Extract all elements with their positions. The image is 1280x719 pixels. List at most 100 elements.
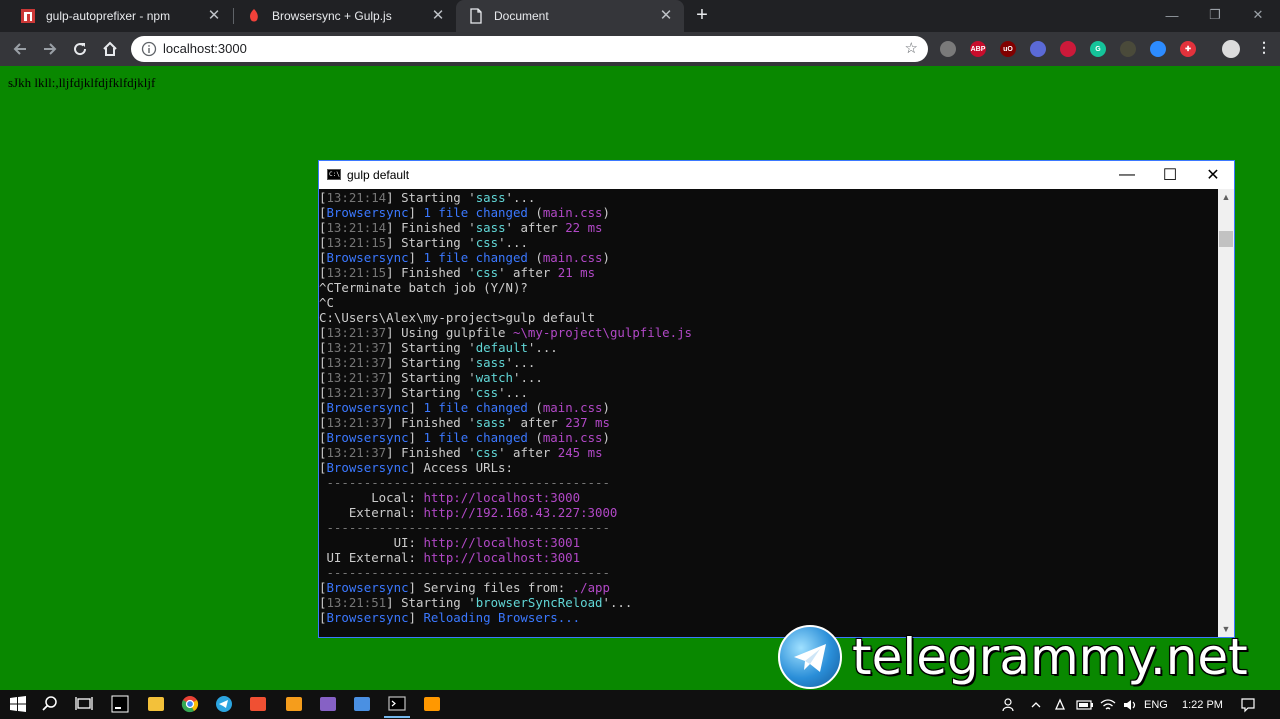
home-button[interactable] [98, 37, 122, 61]
console-text-segment: 1 file changed [423, 400, 528, 415]
console-text-segment: ) [602, 430, 610, 445]
console-close-button[interactable]: ✕ [1191, 161, 1235, 189]
dark-extension-icon[interactable] [1120, 41, 1136, 57]
console-window[interactable]: C:\ gulp default — ☐ ✕ [13:21:14] Starti… [318, 160, 1235, 638]
console-text-segment: '... [527, 340, 558, 355]
console-text-segment: ] Finished ' [386, 220, 476, 235]
console-line: [13:21:14] Finished 'sass' after 22 ms [319, 220, 1218, 235]
volume-icon[interactable] [1122, 690, 1138, 719]
console-text-segment: ) [602, 400, 610, 415]
console-line: ^C [319, 295, 1218, 310]
minimize-window-button[interactable]: — [1152, 0, 1192, 30]
red-circle-extension-icon[interactable] [1060, 41, 1076, 57]
console-output[interactable]: [13:21:14] Starting 'sass'... [Browsersyn… [319, 189, 1218, 637]
command-prompt-app-icon[interactable] [385, 692, 409, 716]
tab-browsersync-gulp[interactable]: Browsersync + Gulp.js ✕ [234, 0, 456, 32]
plus-extension-icon[interactable]: ✚ [1180, 41, 1196, 57]
profile-avatar-icon[interactable] [1222, 40, 1240, 58]
console-line: [Browsersync] 1 file changed (main.css) [319, 250, 1218, 265]
info-icon[interactable] [141, 41, 157, 62]
chrome-app-icon[interactable] [178, 692, 202, 716]
close-tab-icon[interactable]: ✕ [430, 8, 446, 24]
maximize-window-button[interactable]: ❐ [1195, 0, 1235, 30]
url-input[interactable] [163, 41, 763, 56]
console-text-segment: 21 ms [557, 265, 596, 280]
console-text-segment: browserSyncReload [475, 595, 603, 610]
language-indicator[interactable]: ENG [1144, 690, 1168, 719]
console-titlebar[interactable]: C:\ gulp default — ☐ ✕ [319, 161, 1234, 189]
close-window-button[interactable]: ✕ [1238, 0, 1278, 30]
console-text-segment: ] Access URLs: [408, 460, 513, 475]
console-text-segment: default [475, 340, 528, 355]
console-scrollbar[interactable]: ▲ ▼ [1218, 189, 1234, 637]
console-text-segment: ] Starting ' [386, 385, 476, 400]
console-text-segment: External: [319, 505, 424, 520]
console-line: UI External: http://localhost:3001 [319, 550, 1218, 565]
paw-extension-icon[interactable] [940, 41, 956, 57]
people-icon[interactable] [1002, 690, 1018, 719]
console-text-segment: 13:21:37 [326, 385, 387, 400]
zoom-extension-icon[interactable] [1150, 41, 1166, 57]
telegram-app-icon[interactable] [212, 692, 236, 716]
console-text-segment: ./app [572, 580, 610, 595]
scroll-up-icon[interactable]: ▲ [1218, 189, 1234, 205]
console-line: Local: http://localhost:3000 [319, 490, 1218, 505]
battery-icon[interactable] [1076, 690, 1094, 719]
jetbrains-app-icon[interactable] [108, 692, 132, 716]
ublock-origin-icon[interactable]: uO [1000, 41, 1016, 57]
console-line: [13:21:37] Starting 'sass'... [319, 355, 1218, 370]
tab-document[interactable]: Document ✕ [456, 0, 684, 32]
new-tab-button[interactable]: + [690, 4, 714, 28]
task-view-icon[interactable] [72, 692, 96, 716]
grammarly-icon[interactable]: G [1090, 41, 1106, 57]
scrollbar-thumb[interactable] [1219, 231, 1233, 247]
console-text-segment: ^CTerminate batch job (Y/N)? [319, 280, 528, 295]
console-line: [Browsersync] Serving files from: ./app [319, 580, 1218, 595]
forward-button[interactable] [38, 37, 62, 61]
action-center-icon[interactable] [1240, 690, 1256, 719]
back-button[interactable] [8, 37, 32, 61]
console-line: ^CTerminate batch job (Y/N)? [319, 280, 1218, 295]
console-text-segment: ( [527, 205, 543, 220]
console-maximize-button[interactable]: ☐ [1148, 161, 1192, 189]
console-text-segment: main.css [542, 430, 603, 445]
chrome-menu-icon[interactable]: ⋮ [1256, 39, 1272, 55]
arrow-right-icon [44, 43, 57, 55]
console-text-segment: sass [475, 220, 506, 235]
git-app-icon[interactable] [246, 692, 270, 716]
console-text-segment: Browsersync [326, 205, 409, 220]
console-text-segment: Browsersync [326, 580, 409, 595]
console-line: [13:21:51] Starting 'browserSyncReload'.… [319, 595, 1218, 610]
start-button[interactable] [6, 692, 30, 716]
console-text-segment: 13:21:14 [326, 220, 387, 235]
adblock-plus-icon[interactable]: ABP [970, 41, 986, 57]
reload-button[interactable] [68, 37, 92, 61]
bookmark-star-icon[interactable]: ☆ [905, 39, 918, 57]
console-text-segment: ) [602, 250, 610, 265]
console-text-segment: ] [408, 400, 424, 415]
console-line: [13:21:37] Finished 'css' after 245 ms [319, 445, 1218, 460]
console-line: UI: http://localhost:3001 [319, 535, 1218, 550]
close-tab-icon[interactable]: ✕ [658, 8, 674, 24]
file-explorer-icon[interactable] [144, 692, 168, 716]
console-text-segment: sass [475, 355, 506, 370]
close-tab-icon[interactable]: ✕ [206, 8, 222, 24]
console-minimize-button[interactable]: — [1105, 161, 1149, 189]
console-text-segment: ] Starting ' [386, 355, 476, 370]
sublime-text-app-icon[interactable] [420, 692, 444, 716]
clock[interactable]: 1:22 PM [1182, 690, 1223, 719]
console-line: [Browsersync] 1 file changed (main.css) [319, 400, 1218, 415]
tab-gulp-autoprefixer[interactable]: gulp-autoprefixer - npm ✕ [8, 0, 232, 32]
blue-circle-app-icon[interactable] [350, 692, 374, 716]
show-hidden-icons-chevron-icon[interactable] [1030, 690, 1042, 719]
tray-app-icon[interactable] [1052, 690, 1068, 719]
console-text-segment: http://192.168.43.227:3000 [423, 505, 618, 520]
shield-extension-icon[interactable] [1030, 41, 1046, 57]
network-icon[interactable] [1100, 690, 1116, 719]
search-taskbar-icon[interactable] [38, 692, 62, 716]
address-bar[interactable]: ☆ [131, 36, 928, 62]
console-text-segment: '... [505, 190, 536, 205]
visual-studio-app-icon[interactable] [316, 692, 340, 716]
orange-app-icon[interactable] [282, 692, 306, 716]
console-line: [Browsersync] 1 file changed (main.css) [319, 205, 1218, 220]
